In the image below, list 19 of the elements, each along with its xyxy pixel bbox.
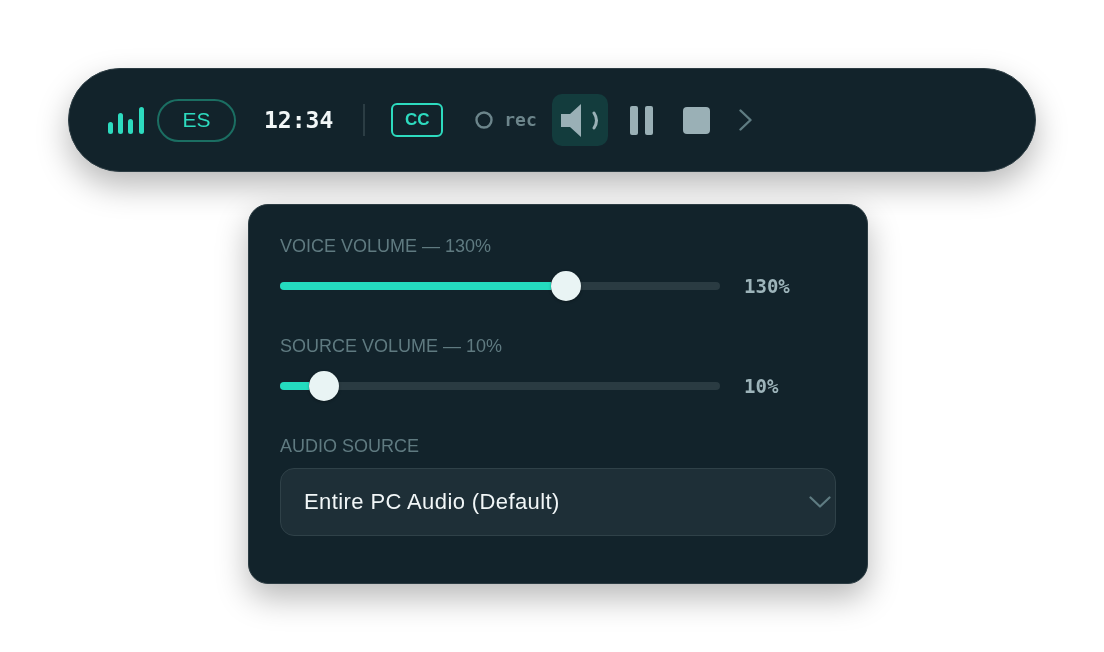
audio-level-bars-icon xyxy=(108,106,144,134)
slider-thumb[interactable] xyxy=(309,371,339,401)
audio-source-select[interactable]: Entire PC Audio (Default) xyxy=(280,468,836,536)
volume-button[interactable] xyxy=(551,94,608,146)
elapsed-time: 12:34 xyxy=(264,108,334,132)
record-label: rec xyxy=(504,111,537,129)
language-badge[interactable]: ES xyxy=(157,98,236,142)
slider-label: VOICE VOLUME — 130% xyxy=(280,236,492,256)
audio-source-label: AUDIO SOURCE xyxy=(280,436,420,456)
captions-button[interactable]: CC xyxy=(391,103,444,137)
pause-icon xyxy=(629,105,653,135)
stop-icon xyxy=(682,106,710,134)
chevron-down-icon xyxy=(809,496,831,508)
slider-label: SOURCE VOLUME — 10% xyxy=(280,336,503,356)
speaker-icon xyxy=(560,103,599,137)
slider-value: 130% xyxy=(744,276,790,296)
chevron-right-icon xyxy=(738,109,752,131)
slider-value: 10% xyxy=(744,376,779,396)
slider-thumb[interactable] xyxy=(551,271,581,301)
